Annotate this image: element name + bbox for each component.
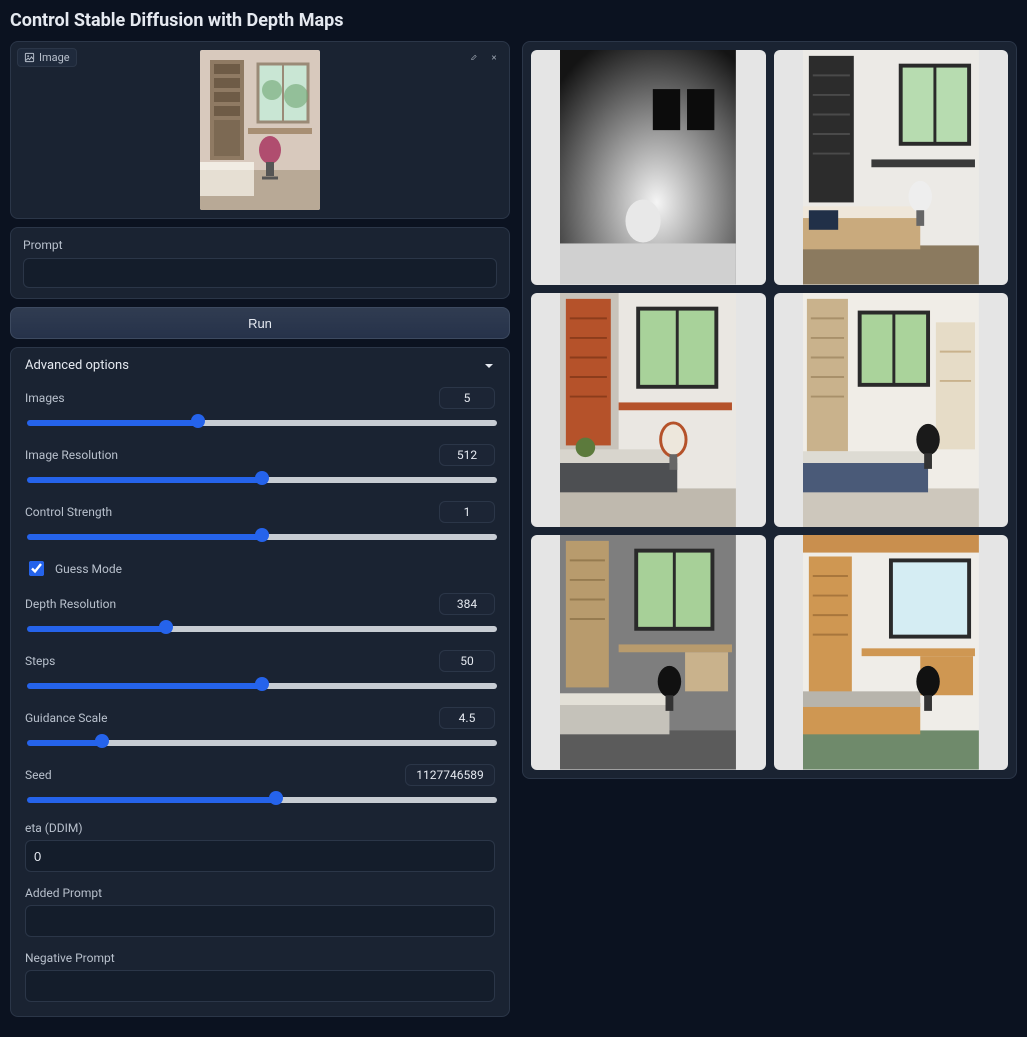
image-upload-panel[interactable]: Image <box>10 41 510 219</box>
guess-mode-checkbox[interactable] <box>29 561 44 576</box>
guidance-scale-label: Guidance Scale <box>25 711 107 725</box>
seed-value[interactable]: 1127746589 <box>405 764 495 786</box>
seed-label: Seed <box>25 768 52 782</box>
gallery-item[interactable] <box>774 293 1009 528</box>
gallery-item[interactable] <box>774 535 1009 770</box>
chevron-down-icon <box>483 360 495 372</box>
gallery-item[interactable] <box>531 535 766 770</box>
output-gallery <box>522 41 1017 779</box>
eta-field: eta (DDIM) <box>25 821 495 872</box>
added-prompt-input[interactable] <box>25 905 495 937</box>
added-prompt-field: Added Prompt <box>25 886 495 937</box>
gallery-item[interactable] <box>774 50 1009 285</box>
prompt-block: Prompt <box>10 227 510 299</box>
gallery-item[interactable] <box>531 293 766 528</box>
control-strength-label: Control Strength <box>25 505 112 519</box>
prompt-input[interactable] <box>23 258 497 288</box>
image-tag: Image <box>17 48 77 67</box>
depth-resolution-value[interactable]: 384 <box>439 593 495 615</box>
steps-slider-row: Steps 50 <box>25 650 495 693</box>
depth-resolution-label: Depth Resolution <box>25 597 116 611</box>
steps-slider[interactable] <box>27 683 497 689</box>
depth-resolution-slider[interactable] <box>27 626 497 632</box>
eta-input[interactable] <box>25 840 495 872</box>
advanced-options-toggle[interactable]: Advanced options <box>25 358 495 381</box>
images-slider-row: Images 5 <box>25 387 495 430</box>
negative-prompt-label: Negative Prompt <box>25 951 495 965</box>
guidance-scale-value[interactable]: 4.5 <box>439 707 495 729</box>
negative-prompt-input[interactable] <box>25 970 495 1002</box>
negative-prompt-field: Negative Prompt <box>25 951 495 1002</box>
seed-slider[interactable] <box>27 797 497 803</box>
image-resolution-slider-row: Image Resolution 512 <box>25 444 495 487</box>
image-resolution-label: Image Resolution <box>25 448 118 462</box>
eta-label: eta (DDIM) <box>25 821 495 835</box>
images-label: Images <box>25 391 65 405</box>
seed-slider-row: Seed 1127746589 <box>25 764 495 807</box>
close-icon <box>491 51 497 64</box>
gallery-item[interactable] <box>531 50 766 285</box>
page-title: Control Stable Diffusion with Depth Maps <box>10 10 1017 31</box>
clear-image-button[interactable] <box>485 48 503 66</box>
steps-label: Steps <box>25 654 55 668</box>
image-icon <box>24 52 35 63</box>
steps-value[interactable]: 50 <box>439 650 495 672</box>
images-value[interactable]: 5 <box>439 387 495 409</box>
prompt-label: Prompt <box>23 238 497 252</box>
depth-resolution-slider-row: Depth Resolution 384 <box>25 593 495 636</box>
uploaded-image[interactable] <box>200 50 320 210</box>
image-resolution-slider[interactable] <box>27 477 497 483</box>
run-button[interactable]: Run <box>10 307 510 339</box>
advanced-options-panel: Advanced options Images 5 Image Resoluti… <box>10 347 510 1017</box>
control-strength-slider[interactable] <box>27 534 497 540</box>
guidance-scale-slider-row: Guidance Scale 4.5 <box>25 707 495 750</box>
control-strength-value[interactable]: 1 <box>439 501 495 523</box>
guidance-scale-slider[interactable] <box>27 740 497 746</box>
edit-image-button[interactable] <box>465 48 483 66</box>
control-strength-slider-row: Control Strength 1 <box>25 501 495 544</box>
image-tag-label: Image <box>39 51 70 64</box>
guess-mode-row: Guess Mode <box>25 558 495 579</box>
guess-mode-label: Guess Mode <box>55 562 122 576</box>
pencil-icon <box>471 51 477 64</box>
images-slider[interactable] <box>27 420 497 426</box>
advanced-options-title: Advanced options <box>25 358 129 373</box>
added-prompt-label: Added Prompt <box>25 886 495 900</box>
image-resolution-value[interactable]: 512 <box>439 444 495 466</box>
